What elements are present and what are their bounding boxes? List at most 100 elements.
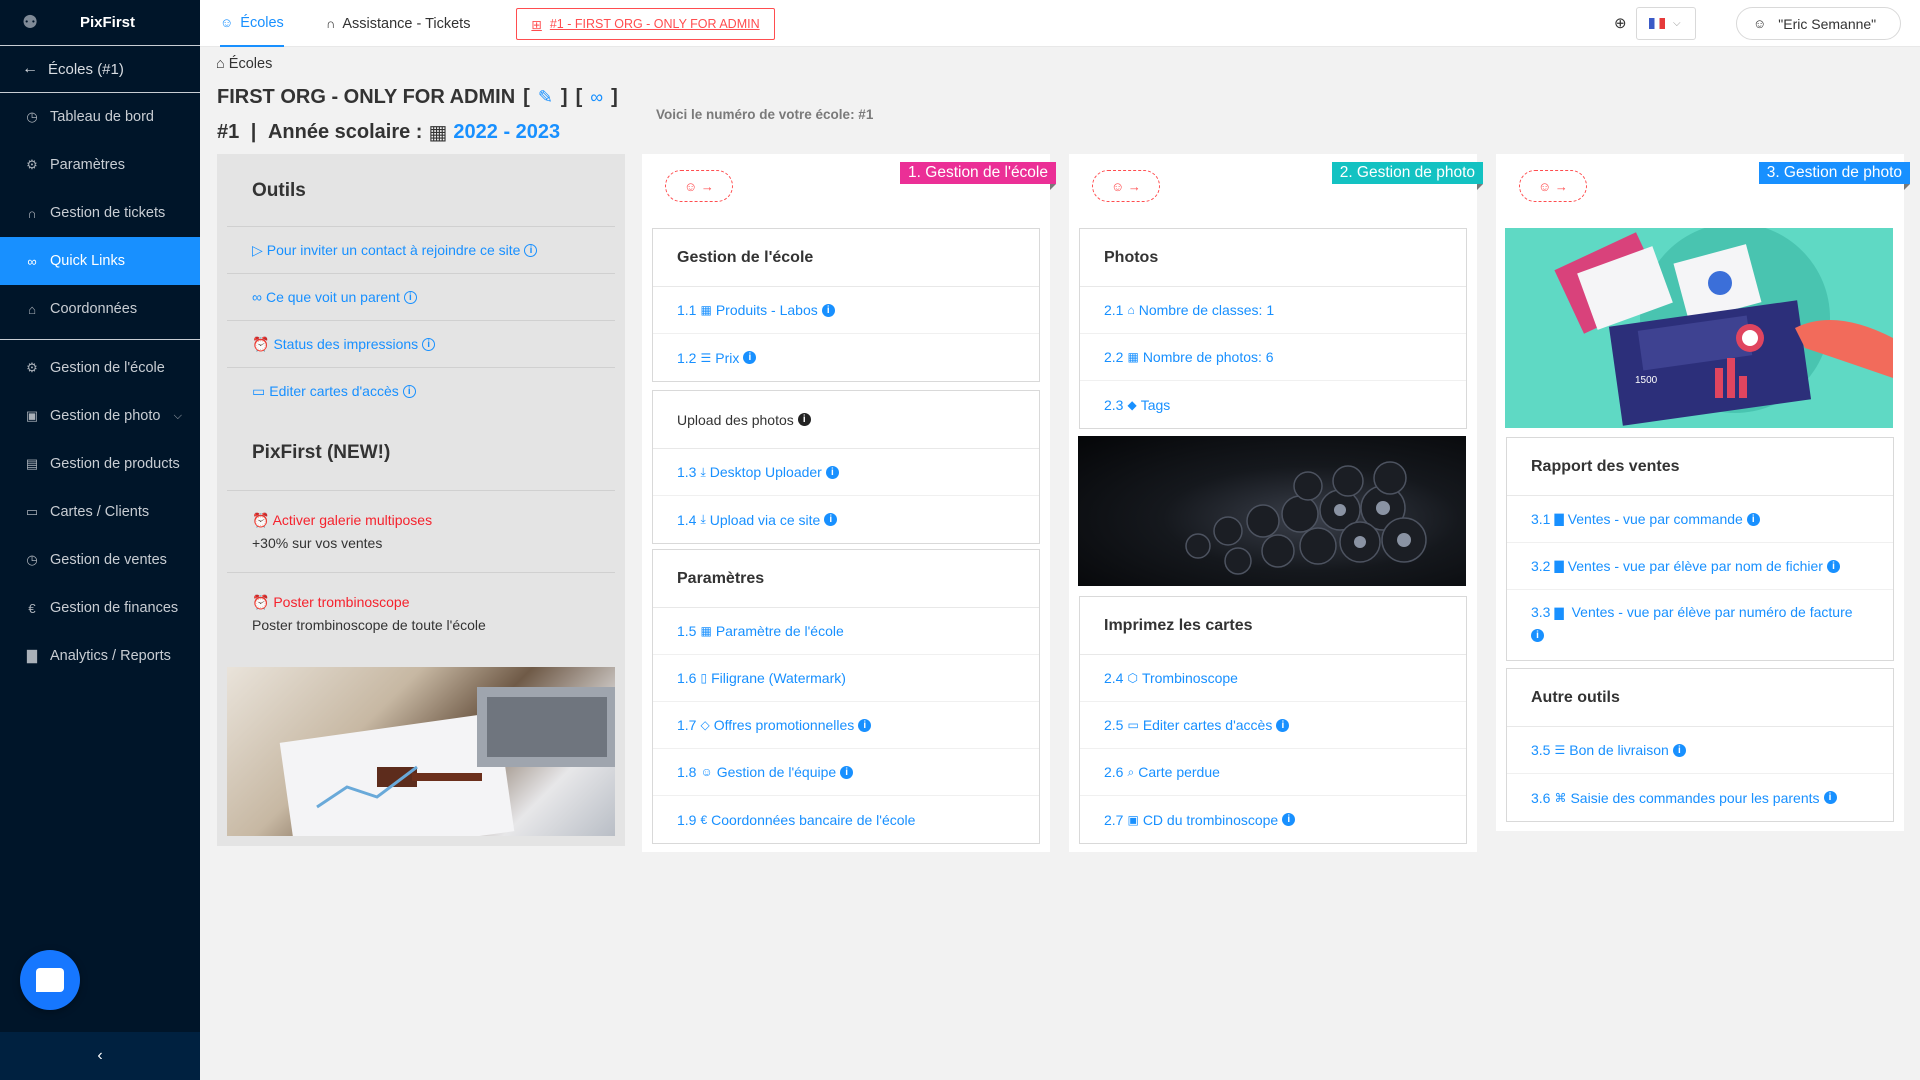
app-logo[interactable]: ⚉ PixFirst <box>0 0 200 46</box>
headset-icon: ∩ <box>326 16 336 31</box>
row-label: Saisie des commandes pour les parents <box>1570 789 1820 806</box>
sidebar-item-analytics[interactable]: ▇ Analytics / Reports <box>0 632 200 680</box>
row-number: 2.7 <box>1104 811 1124 828</box>
sales-by-filename-link[interactable]: 3.2 ▇ Ventes - vue par élève par nom de fi… <box>1507 543 1893 590</box>
sidebar-item-dashboard[interactable]: ◷ Tableau de bord <box>0 93 200 141</box>
row-number: 3.6 <box>1531 789 1551 806</box>
row-number: 2.4 <box>1104 670 1124 686</box>
section-ribbon: 3. Gestion de photo <box>1758 162 1911 190</box>
user-switch-icon: ☺ → <box>1111 178 1141 194</box>
back-to-schools-link[interactable]: ← Écoles (#1) <box>0 46 200 93</box>
tools-title: Outils <box>252 180 306 201</box>
info-icon: i <box>797 413 811 426</box>
sidebar-item-settings[interactable]: ⚙ Paramètres <box>0 141 200 189</box>
team-icon: ☺ <box>700 765 713 779</box>
cube-icon: ⬡ <box>1127 671 1138 685</box>
row-number: 1.1 <box>677 302 697 318</box>
card-title: Autre outils <box>1507 669 1893 727</box>
lawyer-documents-image <box>227 667 615 836</box>
row-number: 1.2 <box>677 349 697 366</box>
tab-label: Écoles <box>240 14 284 31</box>
sidebar-item-school-management[interactable]: ⚙ Gestion de l'école <box>0 344 200 392</box>
illustration-number: 1500 <box>1635 375 1658 386</box>
bank-details-link[interactable]: 1.9 € Coordonnées bancaire de l'école <box>653 796 1039 843</box>
parent-view-link[interactable]: ∞ Ce que voit un parent i <box>227 273 615 320</box>
row-label: Trombinoscope <box>1141 670 1238 686</box>
print-status-link[interactable]: ⏰ Status des impressions i <box>227 320 615 367</box>
invite-contact-link[interactable]: ▷ Pour inviter un contact à rejoindre ce … <box>227 226 615 273</box>
class-count-link[interactable]: 2.1 ⌂ Nombre de classes: 1 <box>1080 287 1466 334</box>
delivery-note-link[interactable]: 3.5 ☰ Bon de livraison i <box>1507 727 1893 774</box>
grid-icon: ⊞ <box>531 17 542 32</box>
school-management-panel: 1. Gestion de l'école ☺ → Gestion de l'é… <box>642 154 1056 852</box>
row-number: 1.6 <box>677 670 697 686</box>
multipose-gallery-promo[interactable]: ⏰ Activer galerie multiposes +30% sur vo… <box>227 490 615 572</box>
promotions-link[interactable]: 1.7 ◇ Offres promotionnelles i <box>653 702 1039 749</box>
tab-schools[interactable]: ☺ Écoles <box>220 0 284 47</box>
link-icon[interactable]: ∞ <box>590 87 603 108</box>
lost-card-link[interactable]: 2.6 ⌕ Carte perdue <box>1080 749 1466 796</box>
row-label: CD du trombinoscope <box>1142 811 1279 828</box>
sidebar-item-label: Analytics / Reports <box>50 648 171 664</box>
watermark-link[interactable]: 1.6 ▯ Filigrane (Watermark) <box>653 655 1039 702</box>
euro-icon: € <box>28 600 36 616</box>
chat-button[interactable] <box>20 950 80 1010</box>
row-label: Bon de livraison <box>1569 742 1669 758</box>
sidebar-collapse-button[interactable]: ‹ <box>0 1032 200 1080</box>
sidebar-item-quick-links[interactable]: ∞ Quick Links <box>0 237 200 285</box>
edit-access-cards-link[interactable]: 2.5 ▭ Editer cartes d'accès i <box>1080 702 1466 749</box>
card-title: Upload des photos i <box>653 391 1039 449</box>
team-management-link[interactable]: 1.8 ☺ Gestion de l'équipe i <box>653 749 1039 796</box>
french-flag-icon <box>1649 18 1665 29</box>
row-label: Prix <box>715 349 740 366</box>
sidebar-item-products[interactable]: ▤ Gestion de products <box>0 440 200 488</box>
row-number: 3.5 <box>1531 742 1551 758</box>
user-menu-button[interactable]: ☺ "Eric Semanne" <box>1736 7 1901 40</box>
print-cards-card: Imprimez les cartes 2.4 ⬡ Trombinoscope 2.… <box>1079 596 1467 844</box>
sidebar-item-tickets[interactable]: ∩ Gestion de tickets <box>0 189 200 237</box>
switch-user-button[interactable]: ☺ → <box>665 170 733 202</box>
current-org-badge[interactable]: ⊞ #1 - FIRST ORG - ONLY FOR ADMIN <box>516 8 775 40</box>
info-icon: i <box>824 513 838 526</box>
desktop-uploader-link[interactable]: 1.3 ⤓ Desktop Uploader i <box>653 449 1039 496</box>
sidebar-item-contact-details[interactable]: ⌂ Coordonnées <box>0 285 200 333</box>
row-number: 3.1 <box>1531 511 1551 527</box>
edit-icon[interactable]: ✎ <box>538 87 553 108</box>
sidebar-item-label: Paramètres <box>50 157 125 173</box>
tags-link[interactable]: 2.3 ◆ Tags <box>1080 381 1466 428</box>
trombinoscope-poster-promo[interactable]: ⏰ Poster trombinoscope Poster trombinosc… <box>227 572 615 654</box>
globe-icon[interactable]: ⊕ <box>1614 14 1627 32</box>
sidebar-item-cards-clients[interactable]: ▭ Cartes / Clients <box>0 488 200 536</box>
promo-title-text: Activer galerie multiposes <box>272 512 433 528</box>
edit-access-cards-link[interactable]: ▭ Editer cartes d'accès i <box>227 367 615 414</box>
sidebar-item-sales[interactable]: ◷ Gestion de ventes <box>0 536 200 584</box>
row-label: Upload via ce site <box>709 511 821 528</box>
prices-link[interactable]: 1.2 ☰ Prix i <box>653 334 1039 381</box>
switch-user-button[interactable]: ☺ → <box>1092 170 1160 202</box>
row-number: 3.3 <box>1531 604 1551 620</box>
trombinoscope-link[interactable]: 2.4 ⬡ Trombinoscope <box>1080 655 1466 702</box>
breadcrumb[interactable]: ⌂ Écoles <box>216 56 272 72</box>
info-icon: i <box>1746 512 1760 526</box>
tab-support-tickets[interactable]: ∩ Assistance - Tickets <box>326 0 470 47</box>
promo-title: ⏰ Activer galerie multiposes <box>252 512 432 529</box>
school-management-card: Gestion de l'école 1.1 ▦ Produits - Labos i… <box>652 228 1040 382</box>
tags-icon: ◆ <box>1127 397 1137 412</box>
products-labs-link[interactable]: 1.1 ▦ Produits - Labos i <box>653 287 1039 334</box>
web-upload-link[interactable]: 1.4 ⤓ Upload via ce site i <box>653 496 1039 543</box>
sidebar-item-photo-management[interactable]: ▣ Gestion de photo ⌵ <box>0 392 200 440</box>
card-title: Paramètres <box>653 550 1039 608</box>
sales-by-order-link[interactable]: 3.1 ▇ Ventes - vue par commande i <box>1507 496 1893 543</box>
year-value[interactable]: 2022 - 2023 <box>453 121 560 144</box>
trombinoscope-cd-link[interactable]: 2.7 ▣ CD du trombinoscope i <box>1080 796 1466 843</box>
photo-count-link[interactable]: 2.2 ▦ Nombre de photos: 6 <box>1080 334 1466 381</box>
language-select[interactable]: ⌵ <box>1636 7 1696 40</box>
parent-orders-entry-link[interactable]: 3.6 ⌘ Saisie des commandes pour les parent… <box>1507 774 1893 821</box>
sidebar-item-finances[interactable]: € Gestion de finances <box>0 584 200 632</box>
info-icon: i <box>858 718 872 732</box>
sales-by-invoice-link[interactable]: 3.3 ▇ Ventes - vue par élève par numéro d… <box>1507 590 1893 660</box>
switch-user-button[interactable]: ☺ → <box>1519 170 1587 202</box>
school-settings-link[interactable]: 1.5 ▦ Paramètre de l'école <box>653 608 1039 655</box>
upload-icon: ⤓ <box>700 512 706 526</box>
link-label: Editer cartes d'accès <box>269 383 399 399</box>
